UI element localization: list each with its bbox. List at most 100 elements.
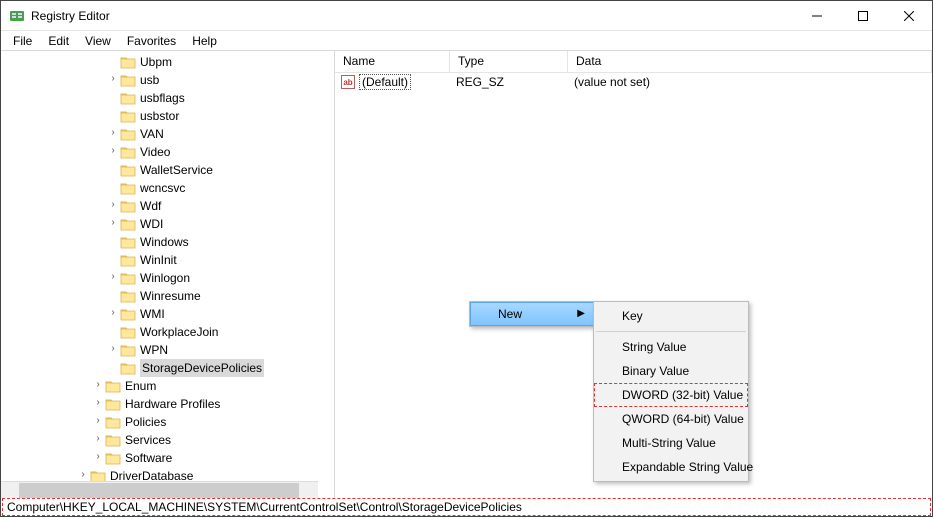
expand-icon[interactable]: › bbox=[106, 70, 120, 88]
column-data[interactable]: Data bbox=[568, 51, 932, 72]
folder-icon bbox=[120, 343, 136, 357]
folder-icon bbox=[120, 307, 136, 321]
menu-edit[interactable]: Edit bbox=[40, 33, 77, 49]
tree-item[interactable]: WinInit bbox=[1, 251, 334, 269]
tree-item[interactable]: › WPN bbox=[1, 341, 334, 359]
tree-item-label: StorageDevicePolicies bbox=[140, 359, 264, 377]
tree-item[interactable]: usbstor bbox=[1, 107, 334, 125]
tree-item[interactable]: › WMI bbox=[1, 305, 334, 323]
values-list[interactable]: ab (Default) REG_SZ (value not set) bbox=[335, 73, 932, 91]
tree-item[interactable]: WalletService bbox=[1, 161, 334, 179]
maximize-button[interactable] bbox=[840, 1, 886, 31]
tree-item-label: VAN bbox=[140, 125, 164, 143]
tree-item[interactable]: ›Wdf bbox=[1, 197, 334, 215]
value-row[interactable]: ab (Default) REG_SZ (value not set) bbox=[335, 73, 932, 91]
title-bar: Registry Editor bbox=[1, 1, 932, 31]
expand-icon[interactable]: › bbox=[106, 196, 120, 214]
folder-icon bbox=[120, 253, 136, 267]
tree-item[interactable]: › DriverDatabase bbox=[1, 467, 334, 481]
menu-new-string[interactable]: String Value bbox=[594, 335, 748, 359]
expand-icon[interactable]: › bbox=[91, 430, 105, 448]
tree-item-label: WorkplaceJoin bbox=[140, 323, 218, 341]
tree-item-label: WalletService bbox=[140, 161, 213, 179]
minimize-button[interactable] bbox=[794, 1, 840, 31]
tree-item-label: usb bbox=[140, 71, 159, 89]
tree-item-label: usbstor bbox=[140, 107, 179, 125]
context-menu-new[interactable]: New ▶ bbox=[470, 302, 594, 326]
expand-icon[interactable]: › bbox=[91, 376, 105, 394]
column-name[interactable]: Name bbox=[335, 51, 450, 72]
folder-icon bbox=[120, 73, 136, 87]
registry-tree[interactable]: Ubpm›usbusbflagsusbstor›VAN›VideoWalletS… bbox=[1, 51, 334, 481]
tree-item-label: wcncsvc bbox=[140, 179, 185, 197]
tree-item[interactable]: wcncsvc bbox=[1, 179, 334, 197]
tree-item-label: WMI bbox=[140, 305, 165, 323]
tree-item-label: Windows bbox=[140, 233, 189, 251]
menu-new-dword[interactable]: DWORD (32-bit) Value bbox=[594, 383, 748, 407]
tree-item-label: Policies bbox=[125, 413, 166, 431]
menu-new-multistring[interactable]: Multi-String Value bbox=[594, 431, 748, 455]
menu-new-qword[interactable]: QWORD (64-bit) Value bbox=[594, 407, 748, 431]
folder-icon bbox=[120, 55, 136, 69]
expand-icon[interactable]: › bbox=[91, 394, 105, 412]
tree-item[interactable]: ›Hardware Profiles bbox=[1, 395, 334, 413]
folder-icon bbox=[120, 217, 136, 231]
folder-icon bbox=[120, 199, 136, 213]
tree-item-label: Enum bbox=[125, 377, 156, 395]
tree-item[interactable]: › Video bbox=[1, 143, 334, 161]
folder-icon bbox=[120, 91, 136, 105]
menu-bar: File Edit View Favorites Help bbox=[1, 31, 932, 51]
expand-icon[interactable]: › bbox=[106, 340, 120, 358]
tree-item[interactable]: › Enum bbox=[1, 377, 334, 395]
submenu-arrow-icon: ▶ bbox=[577, 308, 585, 319]
tree-item[interactable]: › Policies bbox=[1, 413, 334, 431]
folder-icon bbox=[120, 109, 136, 123]
content-area: Ubpm›usbusbflagsusbstor›VAN›VideoWalletS… bbox=[1, 51, 932, 498]
close-button[interactable] bbox=[886, 1, 932, 31]
tree-item[interactable]: Winresume bbox=[1, 287, 334, 305]
folder-icon bbox=[105, 397, 121, 411]
tree-item[interactable]: usbflags bbox=[1, 89, 334, 107]
tree-item[interactable]: Windows bbox=[1, 233, 334, 251]
tree-item[interactable]: StorageDevicePolicies bbox=[1, 359, 334, 377]
folder-icon bbox=[105, 451, 121, 465]
tree-item[interactable]: › VAN bbox=[1, 125, 334, 143]
menu-new-key[interactable]: Key bbox=[594, 304, 748, 328]
menu-help[interactable]: Help bbox=[184, 33, 225, 49]
tree-item[interactable]: ›Services bbox=[1, 431, 334, 449]
folder-icon bbox=[120, 163, 136, 177]
tree-item-label: DriverDatabase bbox=[110, 467, 193, 481]
tree-item-label: usbflags bbox=[140, 89, 185, 107]
tree-item-label: WPN bbox=[140, 341, 168, 359]
tree-item-label: Winresume bbox=[140, 287, 201, 305]
tree-item[interactable]: WorkplaceJoin bbox=[1, 323, 334, 341]
menu-view[interactable]: View bbox=[77, 33, 119, 49]
minimize-icon bbox=[812, 11, 822, 21]
expand-icon[interactable]: › bbox=[106, 124, 120, 142]
menu-new-expandstring[interactable]: Expandable String Value bbox=[594, 455, 748, 479]
tree-item[interactable]: ›Winlogon bbox=[1, 269, 334, 287]
tree-pane: Ubpm›usbusbflagsusbstor›VAN›VideoWalletS… bbox=[1, 51, 335, 498]
expand-icon[interactable]: › bbox=[106, 304, 120, 322]
menu-new-binary[interactable]: Binary Value bbox=[594, 359, 748, 383]
menu-favorites[interactable]: Favorites bbox=[119, 33, 184, 49]
menu-file[interactable]: File bbox=[5, 33, 40, 49]
folder-icon bbox=[120, 145, 136, 159]
expand-icon[interactable]: › bbox=[106, 214, 120, 232]
scrollbar-thumb[interactable] bbox=[19, 483, 299, 498]
expand-icon[interactable]: › bbox=[106, 268, 120, 286]
tree-item[interactable]: › usb bbox=[1, 71, 334, 89]
tree-horizontal-scrollbar[interactable] bbox=[1, 481, 318, 498]
expand-icon[interactable]: › bbox=[106, 142, 120, 160]
column-type[interactable]: Type bbox=[450, 51, 568, 72]
window-title: Registry Editor bbox=[31, 9, 110, 23]
tree-item[interactable]: › Software bbox=[1, 449, 334, 467]
menu-separator bbox=[596, 331, 746, 332]
tree-item-label: Video bbox=[140, 143, 170, 161]
tree-item[interactable]: Ubpm bbox=[1, 53, 334, 71]
expand-icon[interactable]: › bbox=[91, 412, 105, 430]
expand-icon[interactable]: › bbox=[76, 466, 90, 481]
tree-item[interactable]: ›WDI bbox=[1, 215, 334, 233]
tree-item-label: Software bbox=[125, 449, 172, 467]
expand-icon[interactable]: › bbox=[91, 448, 105, 466]
